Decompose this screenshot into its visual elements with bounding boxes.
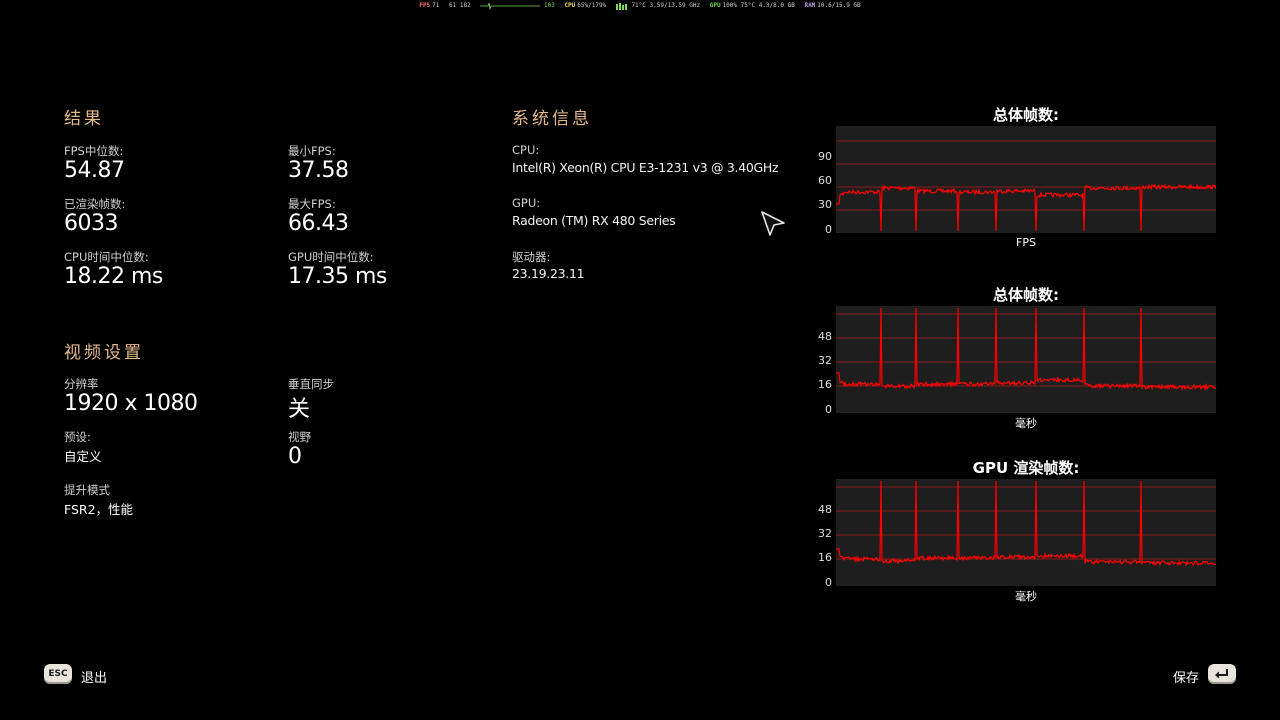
overlay-fps-small: 103 [543, 2, 555, 9]
gpu-value: Radeon (TM) RX 480 Series [512, 213, 676, 228]
overlay-cpu: CPU 65%/179% [564, 1, 606, 11]
cpu-value: Intel(R) Xeon(R) CPU E3-1231 v3 @ 3.40GH… [512, 160, 779, 175]
vsync-value: 关 [288, 397, 310, 422]
overlay-cpu-key: CPU [564, 2, 576, 9]
driver-label: 驱动器: [512, 250, 551, 264]
system-info-title: 系统信息 [512, 109, 592, 129]
fps-tick-30: 30 [818, 198, 832, 211]
frametime-chart-title: 总体帧数: [993, 286, 1059, 304]
exit-label[interactable]: 退出 [81, 667, 107, 686]
frametime-chart-plot-area [836, 306, 1216, 413]
preset-label: 预设: [64, 430, 91, 444]
gputime-chart-title: GPU 渲染帧数: [972, 459, 1080, 477]
upscale-mode-label: 提升模式 [64, 483, 110, 497]
gputime-tick-32: 32 [818, 527, 832, 540]
frametime-tick-32: 32 [818, 354, 832, 367]
overlay-cpu-temp: 71°C [631, 2, 646, 9]
save-label[interactable]: 保存 [1173, 667, 1199, 686]
fov-value: 0 [288, 444, 302, 469]
gputime-tick-16: 16 [818, 551, 832, 564]
gpu-time-label: GPU时间中位数: [288, 250, 374, 264]
esc-key-icon[interactable]: ESC [44, 664, 72, 684]
enter-key-icon[interactable] [1208, 664, 1236, 684]
min-fps-value: 37.58 [288, 158, 349, 183]
fov-label: 视野 [288, 430, 311, 444]
fps-chart-plot-area [836, 126, 1216, 233]
cpu-time-value: 18.22 ms [64, 264, 163, 289]
frametime-chart [836, 306, 1216, 413]
overlay-frametime-graph: 103 [480, 1, 555, 11]
median-fps-label: FPS中位数: [64, 144, 124, 158]
gpu-label: GPU: [512, 196, 541, 210]
enter-arrow-icon [1215, 669, 1228, 679]
frametime-chart-xlabel: 毫秒 [1015, 417, 1037, 430]
resolution-label: 分辨率 [64, 377, 99, 391]
overlay-fps-value: 71 [432, 2, 440, 9]
vsync-label: 垂直同步 [288, 377, 334, 391]
overlay-ram-key: RAM [804, 2, 816, 9]
gpu-time-value: 17.35 ms [288, 264, 387, 289]
frametime-sparkline-icon [480, 2, 541, 9]
resolution-value: 1920 x 1080 [64, 391, 198, 416]
frames-rendered-label: 已渲染帧数: [64, 197, 126, 211]
frametime-tick-48: 48 [818, 330, 832, 343]
overlay-cpu-clock: 3.59/13.59 GHz [649, 2, 701, 9]
overlay-ram-value: 10.6/15.9 GB [817, 2, 861, 9]
overlay-vram-value: 4.3/8.0 GB [758, 2, 795, 9]
cpu-core-bars-icon [615, 2, 627, 10]
cpu-label: CPU: [512, 143, 540, 157]
frames-rendered-value: 6033 [64, 211, 119, 236]
fps-chart [836, 126, 1216, 233]
results-title: 结果 [64, 109, 104, 129]
frametime-tick-16: 16 [818, 378, 832, 391]
upscale-mode-value: FSR2，性能 [64, 502, 134, 517]
driver-value: 23.19.23.11 [512, 266, 585, 281]
overlay-gpu-key: GPU [709, 2, 721, 9]
gputime-chart-xlabel: 毫秒 [1015, 590, 1037, 603]
overlay-frame-values: 61 182 [449, 2, 471, 9]
max-fps-label: 最大FPS: [288, 197, 336, 211]
fps-tick-90: 90 [818, 150, 832, 163]
fps-chart-title: 总体帧数: [993, 106, 1059, 124]
overlay-fps-key: FPS [419, 2, 431, 9]
preset-value: 自定义 [64, 449, 102, 464]
median-fps-value: 54.87 [64, 158, 125, 183]
overlay-gpu-value: 100% 75°C [722, 2, 756, 9]
cpu-time-label: CPU时间中位数: [64, 250, 149, 264]
gputime-tick-48: 48 [818, 503, 832, 516]
overlay-gpu: GPU 100% 75°C 4.3/8.0 GB [710, 1, 795, 11]
frametime-tick-0: 0 [825, 403, 832, 416]
min-fps-label: 最小FPS: [288, 144, 336, 158]
overlay-fps: FPS 71 [419, 1, 439, 11]
gputime-chart [836, 479, 1216, 586]
overlay-cpu-value: 65%/179% [577, 2, 607, 9]
overlay-cpu-bars: 71°C 3.59/13.59 GHz [615, 1, 701, 11]
max-fps-value: 66.43 [288, 211, 349, 236]
gputime-tick-0: 0 [825, 576, 832, 589]
fps-chart-xlabel: FPS [1016, 236, 1036, 249]
fps-tick-60: 60 [818, 174, 832, 187]
gputime-chart-plot-area [836, 479, 1216, 586]
video-settings-title: 视频设置 [64, 343, 144, 363]
performance-overlay: FPS 71 61 182 103 CPU 65%/179% 71°C 3.59/1… [0, 1, 1280, 11]
overlay-ram: RAM 10.6/15.9 GB [804, 1, 860, 11]
fps-tick-0: 0 [825, 223, 832, 236]
